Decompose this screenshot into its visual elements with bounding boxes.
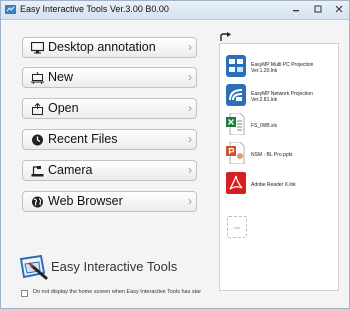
- chevron-right-icon: ›: [188, 101, 192, 115]
- desktop-annotation-label: Desktop annotation: [48, 40, 156, 54]
- minimize-icon: [293, 10, 299, 12]
- excel-file-icon: [226, 113, 245, 135]
- maximize-button[interactable]: [307, 2, 329, 16]
- chevron-right-icon: ›: [188, 70, 192, 84]
- adobe-reader-icon: [226, 172, 246, 194]
- open-folder-icon: [32, 103, 43, 115]
- chevron-right-icon: ›: [188, 163, 192, 177]
- recent-files-label: Recent Files: [48, 132, 118, 146]
- recent-files-button[interactable]: Recent Files ›: [22, 129, 197, 150]
- minimize-button[interactable]: [285, 2, 307, 16]
- easy-interactive-tools-logo: [19, 254, 48, 280]
- multi-pc-projection-icon: [226, 55, 246, 77]
- open-button[interactable]: Open ›: [22, 98, 197, 119]
- brand-name: Easy Interactive Tools: [51, 259, 178, 274]
- shortcut-network-projection[interactable]: EasyMP Network Projection Ver.2.81.lnk: [226, 84, 338, 108]
- clock-icon: [32, 134, 43, 146]
- open-label: Open: [48, 101, 79, 115]
- add-shortcut-slot[interactable]: add: [227, 216, 247, 238]
- shortcuts-panel: EasyMP Multi PC Projection Ver.1.20.lnk …: [219, 43, 339, 291]
- shortcut-name-line2: Ver.1.20.lnk: [251, 68, 278, 74]
- new-label: New: [48, 70, 74, 84]
- do-not-display-label: Do not display the home screen when Easy…: [33, 289, 202, 295]
- chevron-right-icon: ›: [188, 132, 192, 146]
- network-projection-icon: [226, 84, 246, 106]
- shortcut-multi-pc-projection[interactable]: EasyMP Multi PC Projection Ver.1.20.lnk: [226, 55, 338, 79]
- shortcut-adobe-reader[interactable]: Adobe Reader X.lnk: [226, 172, 338, 196]
- shortcut-name-line2: Ver.2.81.lnk: [251, 97, 278, 103]
- app-window: Easy Interactive Tools Ver.3.00 B0.00 De…: [0, 0, 350, 309]
- monitor-icon: [31, 42, 44, 54]
- chevron-right-icon: ›: [188, 194, 192, 208]
- chevron-right-icon: ›: [188, 40, 192, 54]
- window-title: Easy Interactive Tools Ver.3.00 B0.00: [20, 4, 169, 14]
- home-screen: Desktop annotation › New › Open › Recent…: [1, 20, 349, 308]
- do-not-display-checkbox[interactable]: [21, 290, 28, 297]
- web-browser-button[interactable]: Web Browser ›: [22, 191, 197, 212]
- startup-option: Do not display the home screen when Easy…: [21, 289, 321, 299]
- shortcut-name: FS_IWB.xls: [251, 123, 278, 129]
- close-button[interactable]: [328, 2, 350, 16]
- web-browser-label: Web Browser: [48, 194, 123, 208]
- export-icon[interactable]: [220, 32, 232, 42]
- brand: Easy Interactive Tools: [19, 253, 219, 283]
- camera-button[interactable]: Camera ›: [22, 160, 197, 181]
- camera-label: Camera: [48, 163, 93, 177]
- globe-icon: [32, 196, 43, 208]
- document-camera-icon: [31, 166, 44, 177]
- shortcut-name: Adobe Reader X.lnk: [251, 182, 296, 188]
- shortcut-excel-file[interactable]: FS_IWB.xls: [226, 113, 338, 137]
- powerpoint-file-icon: [226, 142, 245, 164]
- new-board-icon: [31, 72, 44, 84]
- shortcut-powerpoint-file[interactable]: NSM - BL Pro.pptx: [226, 142, 338, 166]
- desktop-annotation-button[interactable]: Desktop annotation ›: [22, 37, 197, 58]
- new-button[interactable]: New ›: [22, 67, 197, 88]
- maximize-icon: [314, 5, 322, 13]
- shortcut-name: NSM - BL Pro.pptx: [251, 152, 293, 158]
- title-bar[interactable]: Easy Interactive Tools Ver.3.00 B0.00: [1, 1, 349, 20]
- app-icon: [5, 5, 16, 14]
- close-icon: [335, 5, 343, 13]
